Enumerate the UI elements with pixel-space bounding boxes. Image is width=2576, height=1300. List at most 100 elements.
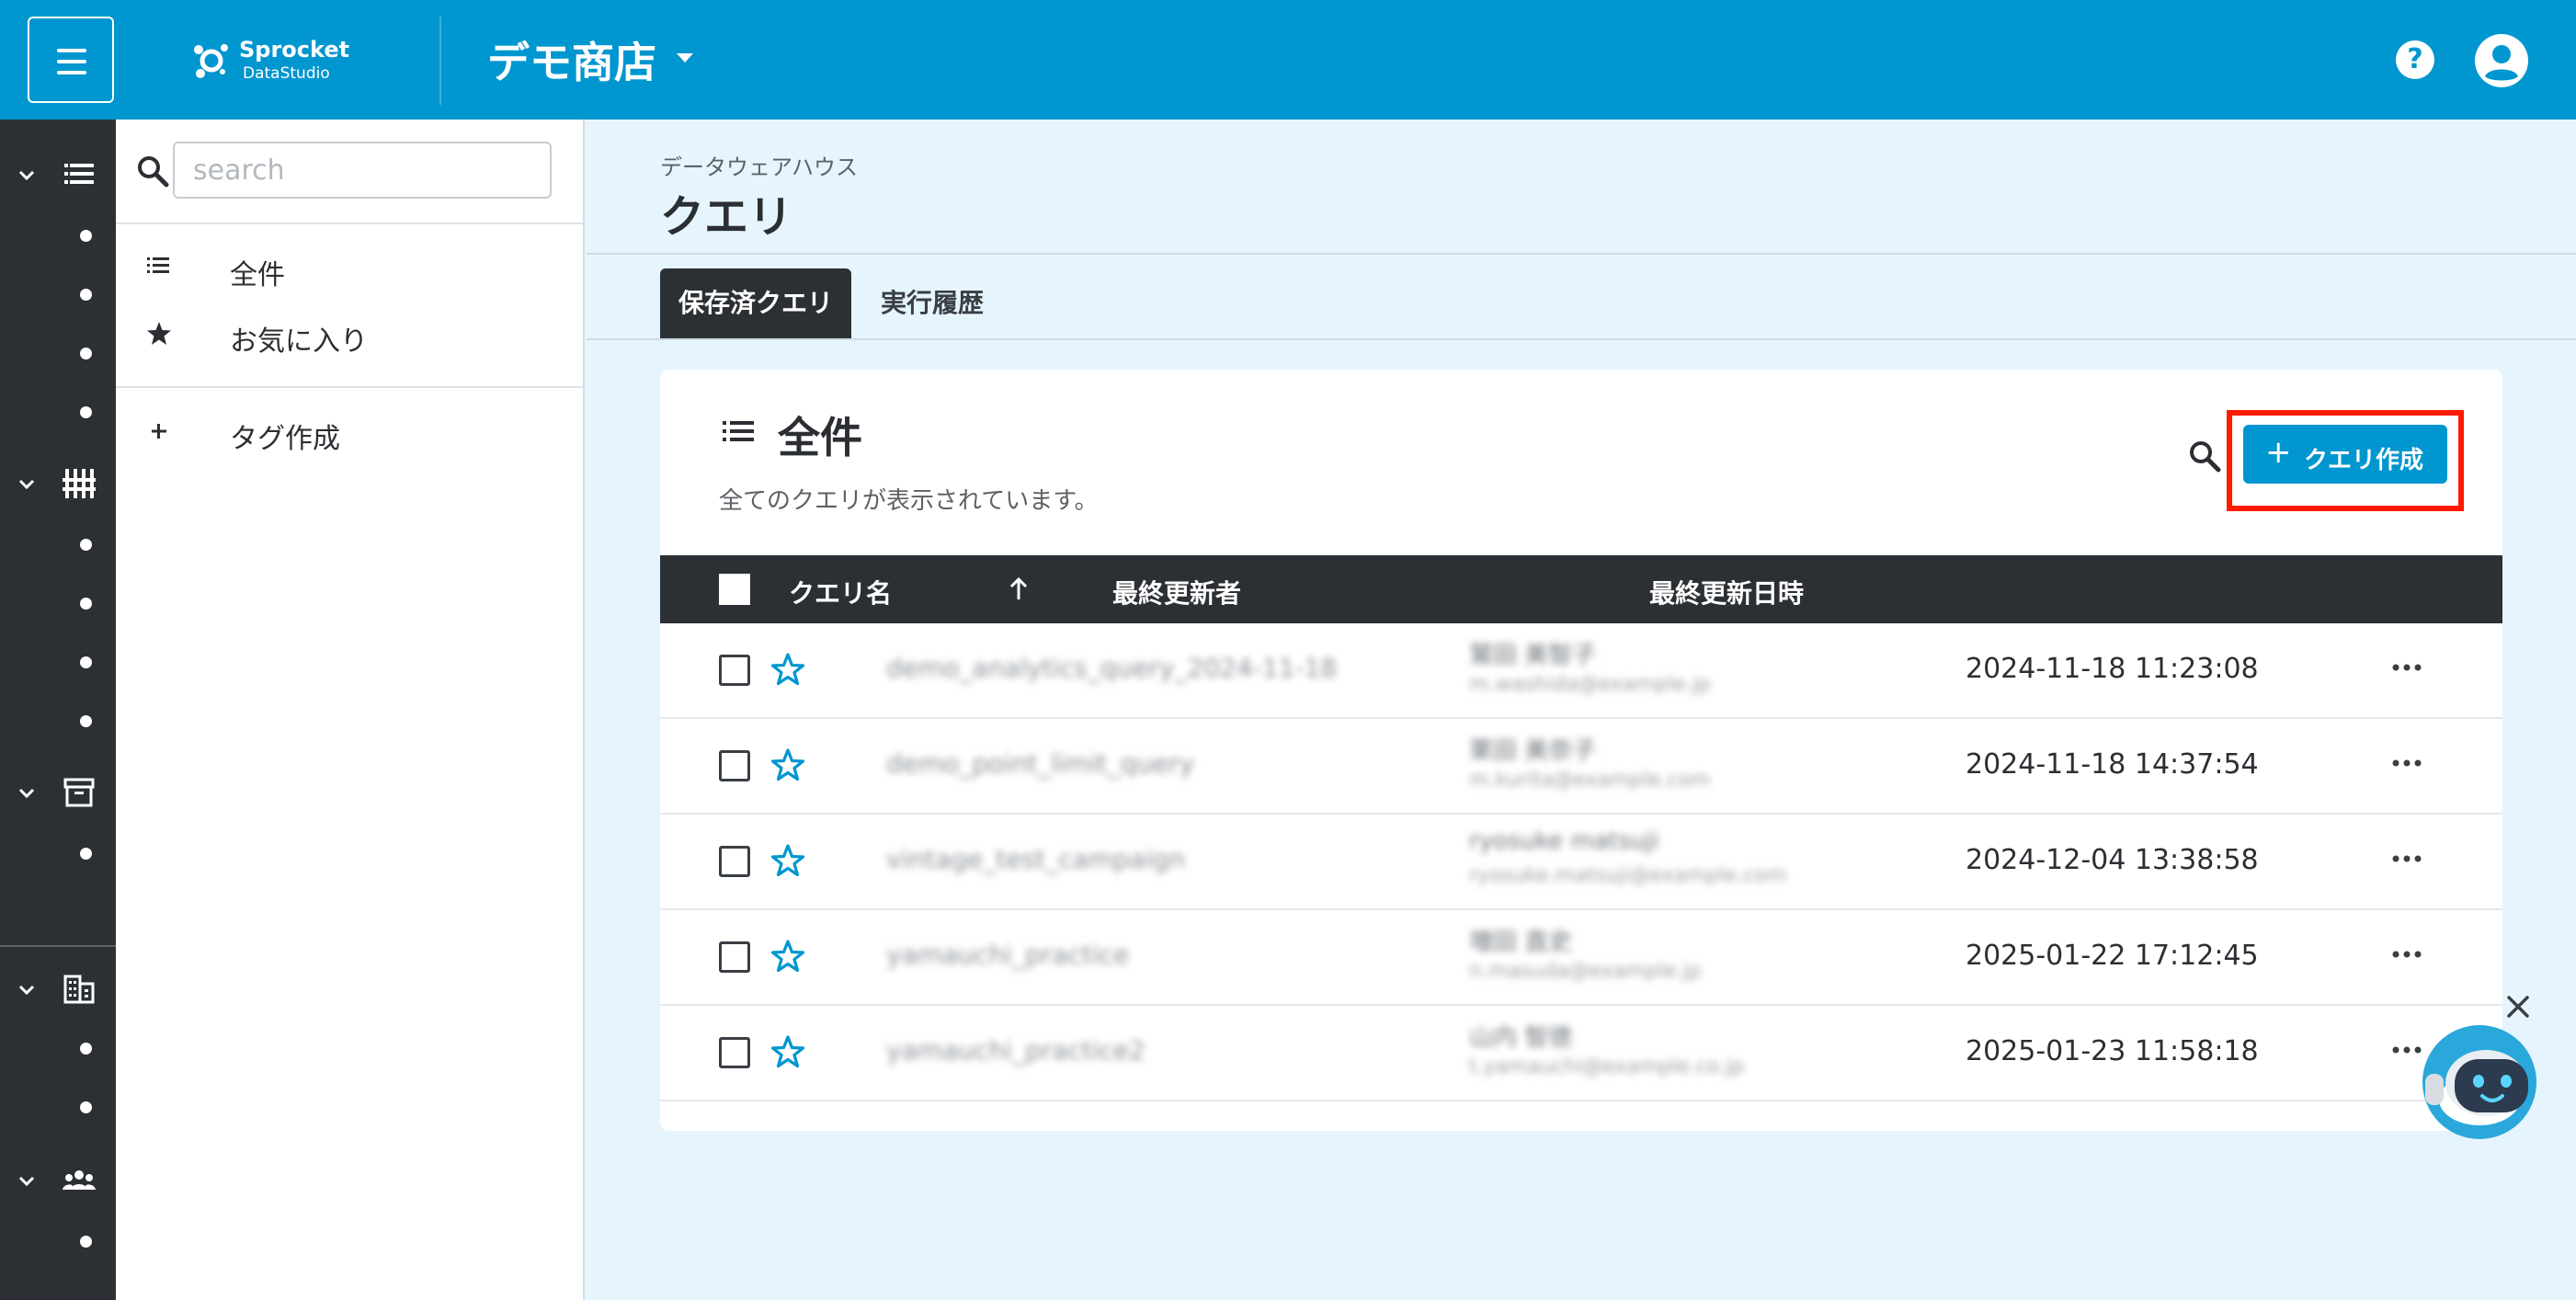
table-header: クエリ名 最終更新者 最終更新日時 <box>660 555 2502 623</box>
account-icon[interactable] <box>2475 34 2528 87</box>
chatbot-icon[interactable] <box>2420 1022 2539 1142</box>
column-header-updated-by[interactable]: 最終更新者 <box>1112 574 1241 610</box>
updated-by-email: ryosuke.matsuji@example.com <box>1469 864 1787 887</box>
more-horizontal-icon[interactable] <box>2388 745 2425 781</box>
star-outline-icon[interactable] <box>769 651 807 690</box>
chevron-down-icon[interactable] <box>17 783 37 804</box>
list-icon <box>147 257 169 273</box>
archive-icon[interactable] <box>61 774 97 811</box>
star-outline-icon[interactable] <box>769 842 807 881</box>
query-name[interactable]: vintage_test_campaign <box>886 844 1185 874</box>
top-header: Sprocket DataStudio デモ商店 ? <box>0 0 2576 120</box>
tab-execution-history[interactable]: 実行履歴 <box>868 268 997 338</box>
table-row[interactable]: yamauchi_practice 増田 直史 n.masuda@example… <box>660 910 2502 1006</box>
updated-by-name: 増田 直史 <box>1469 929 1573 956</box>
updated-by-name: ryosuke matsuji <box>1469 827 1659 855</box>
table-row[interactable]: yamauchi_practice2 山内 智徳 t.yamauchi@exam… <box>660 1006 2502 1101</box>
row-checkbox[interactable] <box>719 846 750 877</box>
rail-subitem[interactable] <box>80 348 92 359</box>
header-divider <box>587 253 2576 255</box>
select-all-checkbox[interactable] <box>719 574 750 605</box>
more-horizontal-icon[interactable] <box>2388 936 2425 973</box>
more-horizontal-icon[interactable] <box>2388 649 2425 686</box>
rail-subitem[interactable] <box>80 848 92 860</box>
row-checkbox[interactable] <box>719 655 750 686</box>
updated-by-email: n.masuda@example.jp <box>1469 960 1702 983</box>
sidebar-item-create-tag[interactable]: タグ作成 <box>143 412 557 458</box>
create-query-button[interactable]: + クエリ作成 <box>2243 425 2447 484</box>
row-checkbox[interactable] <box>719 1037 750 1068</box>
table-row[interactable]: vintage_test_campaign ryosuke matsuji ry… <box>660 815 2502 910</box>
caret-down-icon[interactable] <box>677 53 693 63</box>
rail-subitem[interactable] <box>80 539 92 551</box>
building-icon[interactable] <box>61 971 97 1008</box>
updated-at: 2024-11-18 11:23:08 <box>1966 653 2259 685</box>
tab-saved-queries[interactable]: 保存済クエリ <box>660 268 851 338</box>
updated-at: 2025-01-22 17:12:45 <box>1966 940 2259 972</box>
header-divider <box>439 17 441 105</box>
star-icon <box>147 322 171 345</box>
rail-subitem[interactable] <box>80 1043 92 1055</box>
sidebar-item-label: 全件 <box>230 259 285 291</box>
updated-at: 2024-11-18 14:37:54 <box>1966 748 2259 781</box>
search-icon[interactable] <box>2186 438 2223 474</box>
database-list-icon[interactable] <box>61 156 97 193</box>
pipeline-icon[interactable] <box>61 465 97 502</box>
star-outline-icon[interactable] <box>769 747 807 785</box>
updated-at: 2025-01-23 11:58:18 <box>1966 1035 2259 1067</box>
sidebar-item-label: お気に入り <box>230 325 368 358</box>
rail-subitem[interactable] <box>80 656 92 668</box>
updated-by-email: m.kurita@example.com <box>1469 769 1711 792</box>
updated-by-name: 栗田 美奈子 <box>1469 737 1597 765</box>
brand-name: Sprocket <box>239 37 350 63</box>
updated-at: 2024-12-04 13:38:58 <box>1966 844 2259 876</box>
chevron-down-icon[interactable] <box>17 165 37 186</box>
rail-subitem[interactable] <box>80 1101 92 1113</box>
brand-logo[interactable]: Sprocket DataStudio <box>191 35 375 86</box>
tab-divider <box>587 338 2576 340</box>
list-icon <box>723 421 754 441</box>
rail-subitem[interactable] <box>80 598 92 610</box>
query-name[interactable]: demo_analytics_query_2024-11-18 <box>886 653 1337 683</box>
row-checkbox[interactable] <box>719 750 750 781</box>
sidebar-search-input[interactable] <box>173 142 552 199</box>
plus-icon <box>152 424 166 439</box>
sort-ascending-icon[interactable] <box>1008 576 1030 603</box>
sidebar-item-all[interactable]: 全件 <box>143 248 557 294</box>
rail-subitem[interactable] <box>80 406 92 418</box>
rail-subitem[interactable] <box>80 230 92 242</box>
search-icon <box>138 156 169 188</box>
chevron-down-icon[interactable] <box>17 1171 37 1192</box>
star-outline-icon[interactable] <box>769 938 807 976</box>
row-checkbox[interactable] <box>719 941 750 973</box>
star-outline-icon[interactable] <box>769 1033 807 1072</box>
chevron-down-icon[interactable] <box>17 474 37 495</box>
sidebar-item-favorites[interactable]: お気に入り <box>143 314 557 360</box>
card-title: 全件 <box>778 413 862 462</box>
users-group-icon[interactable] <box>61 1162 97 1199</box>
column-header-name[interactable]: クエリ名 <box>789 574 892 610</box>
page-title: クエリ <box>660 191 793 243</box>
query-name[interactable]: demo_point_limit_query <box>886 748 1194 779</box>
more-horizontal-icon[interactable] <box>2388 840 2425 877</box>
store-selector[interactable]: デモ商店 <box>487 29 656 90</box>
table-row[interactable]: demo_point_limit_query 栗田 美奈子 m.kurita@e… <box>660 719 2502 815</box>
rail-subitem[interactable] <box>80 1236 92 1248</box>
query-list-card: 全件 全てのクエリが表示されています。 + クエリ作成 クエリ名 最終更新者 最… <box>660 370 2502 1131</box>
hamburger-menu-button[interactable] <box>28 17 114 103</box>
chevron-down-icon[interactable] <box>17 980 37 1000</box>
nav-rail <box>0 120 116 1300</box>
rail-subitem[interactable] <box>80 715 92 727</box>
table-row[interactable]: demo_analytics_query_2024-11-18 鷲田 美智子 m… <box>660 623 2502 719</box>
close-icon[interactable] <box>2502 991 2534 1022</box>
sidebar-divider <box>116 386 583 388</box>
create-query-label: クエリ作成 <box>2304 447 2424 474</box>
updated-by-name: 山内 智徳 <box>1469 1024 1573 1052</box>
query-sidebar: 全件 お気に入り タグ作成 <box>116 120 585 1300</box>
rail-subitem[interactable] <box>80 289 92 301</box>
query-name[interactable]: yamauchi_practice2 <box>886 1035 1146 1066</box>
breadcrumb[interactable]: データウェアハウス <box>660 149 858 181</box>
column-header-updated-at[interactable]: 最終更新日時 <box>1649 574 1804 610</box>
query-name[interactable]: yamauchi_practice <box>886 940 1129 970</box>
help-icon[interactable]: ? <box>2396 40 2434 79</box>
